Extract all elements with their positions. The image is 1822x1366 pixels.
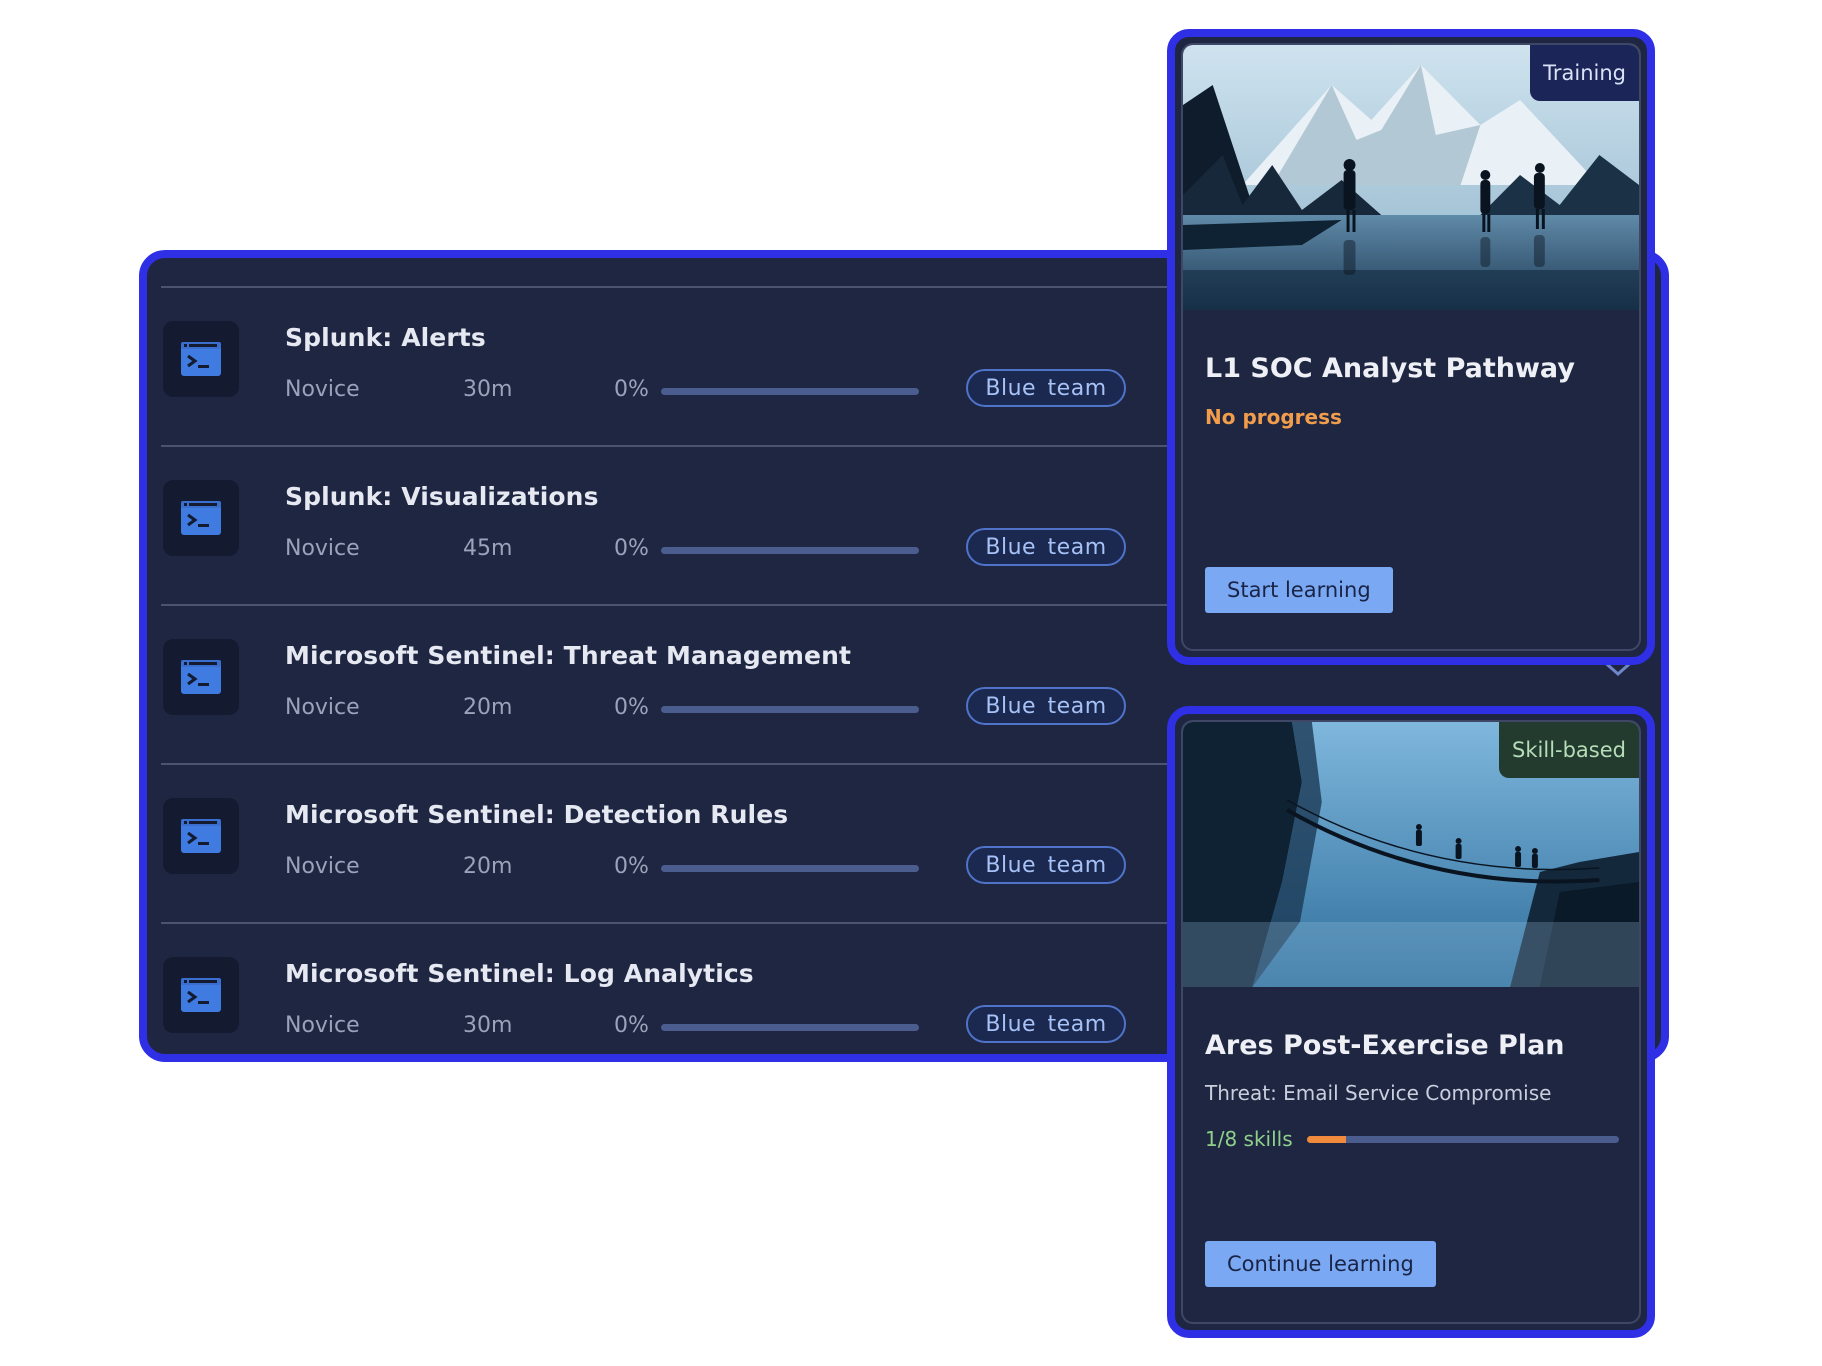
skills-progress-label: 1/8 skills bbox=[1205, 1127, 1293, 1151]
module-tag[interactable]: Blue team bbox=[966, 687, 1126, 725]
module-progress-bar bbox=[661, 706, 919, 713]
module-level: Novice bbox=[285, 1013, 360, 1038]
module-progress-bar bbox=[661, 1024, 919, 1031]
plan-card-body: Skill-based Ares Post-Exercise Plan Thre… bbox=[1181, 720, 1641, 1324]
terminal-window-icon bbox=[163, 639, 239, 715]
skill-based-badge: Skill-based bbox=[1499, 722, 1639, 778]
module-tag[interactable]: Blue team bbox=[966, 528, 1126, 566]
module-title[interactable]: Microsoft Sentinel: Threat Management bbox=[285, 641, 851, 670]
pathway-card-body: Training L1 SOC Analyst Pathway No progr… bbox=[1181, 43, 1641, 651]
skills-progress-fill bbox=[1307, 1136, 1346, 1143]
module-tag[interactable]: Blue team bbox=[966, 846, 1126, 884]
plan-card[interactable]: Skill-based Ares Post-Exercise Plan Thre… bbox=[1167, 706, 1655, 1338]
module-tag[interactable]: Blue team bbox=[966, 369, 1126, 407]
module-progress-label: 0% bbox=[614, 695, 649, 720]
module-progress-label: 0% bbox=[614, 377, 649, 402]
module-level: Novice bbox=[285, 695, 360, 720]
module-duration: 30m bbox=[463, 377, 513, 402]
module-progress-label: 0% bbox=[614, 1013, 649, 1038]
module-row[interactable]: Splunk: Visualizations Novice 45m 0% Blu… bbox=[161, 447, 1221, 606]
module-progress-bar bbox=[661, 388, 919, 395]
module-row[interactable]: Splunk: Alerts Novice 30m 0% Blue team bbox=[161, 288, 1221, 447]
module-progress-bar bbox=[661, 547, 919, 554]
module-title[interactable]: Microsoft Sentinel: Detection Rules bbox=[285, 800, 788, 829]
plan-subtitle: Threat: Email Service Compromise bbox=[1205, 1081, 1552, 1105]
module-level: Novice bbox=[285, 377, 360, 402]
plan-title[interactable]: Ares Post-Exercise Plan bbox=[1205, 1030, 1565, 1061]
terminal-window-icon bbox=[163, 321, 239, 397]
terminal-window-icon bbox=[163, 480, 239, 556]
pathway-status: No progress bbox=[1205, 405, 1342, 429]
module-tag[interactable]: Blue team bbox=[966, 1005, 1126, 1043]
module-duration: 20m bbox=[463, 854, 513, 879]
module-title[interactable]: Microsoft Sentinel: Log Analytics bbox=[285, 959, 754, 988]
module-duration: 45m bbox=[463, 536, 513, 561]
module-row[interactable]: Microsoft Sentinel: Detection Rules Novi… bbox=[161, 765, 1221, 924]
pathway-card[interactable]: Training L1 SOC Analyst Pathway No progr… bbox=[1167, 29, 1655, 665]
module-list: Splunk: Alerts Novice 30m 0% Blue team S… bbox=[161, 288, 1221, 1054]
terminal-window-icon bbox=[163, 798, 239, 874]
module-duration: 20m bbox=[463, 695, 513, 720]
module-title[interactable]: Splunk: Alerts bbox=[285, 323, 486, 352]
module-level: Novice bbox=[285, 854, 360, 879]
skills-progress-bar bbox=[1307, 1136, 1619, 1143]
module-row[interactable]: Microsoft Sentinel: Threat Management No… bbox=[161, 606, 1221, 765]
module-duration: 30m bbox=[463, 1013, 513, 1038]
continue-learning-button[interactable]: Continue learning bbox=[1205, 1241, 1436, 1287]
start-learning-button[interactable]: Start learning bbox=[1205, 567, 1393, 613]
pathway-title[interactable]: L1 SOC Analyst Pathway bbox=[1205, 353, 1575, 384]
module-row[interactable]: Microsoft Sentinel: Log Analytics Novice… bbox=[161, 924, 1221, 1054]
training-badge: Training bbox=[1530, 45, 1639, 101]
module-progress-label: 0% bbox=[614, 536, 649, 561]
module-title[interactable]: Splunk: Visualizations bbox=[285, 482, 599, 511]
module-progress-bar bbox=[661, 865, 919, 872]
module-level: Novice bbox=[285, 536, 360, 561]
terminal-window-icon bbox=[163, 957, 239, 1033]
module-progress-label: 0% bbox=[614, 854, 649, 879]
